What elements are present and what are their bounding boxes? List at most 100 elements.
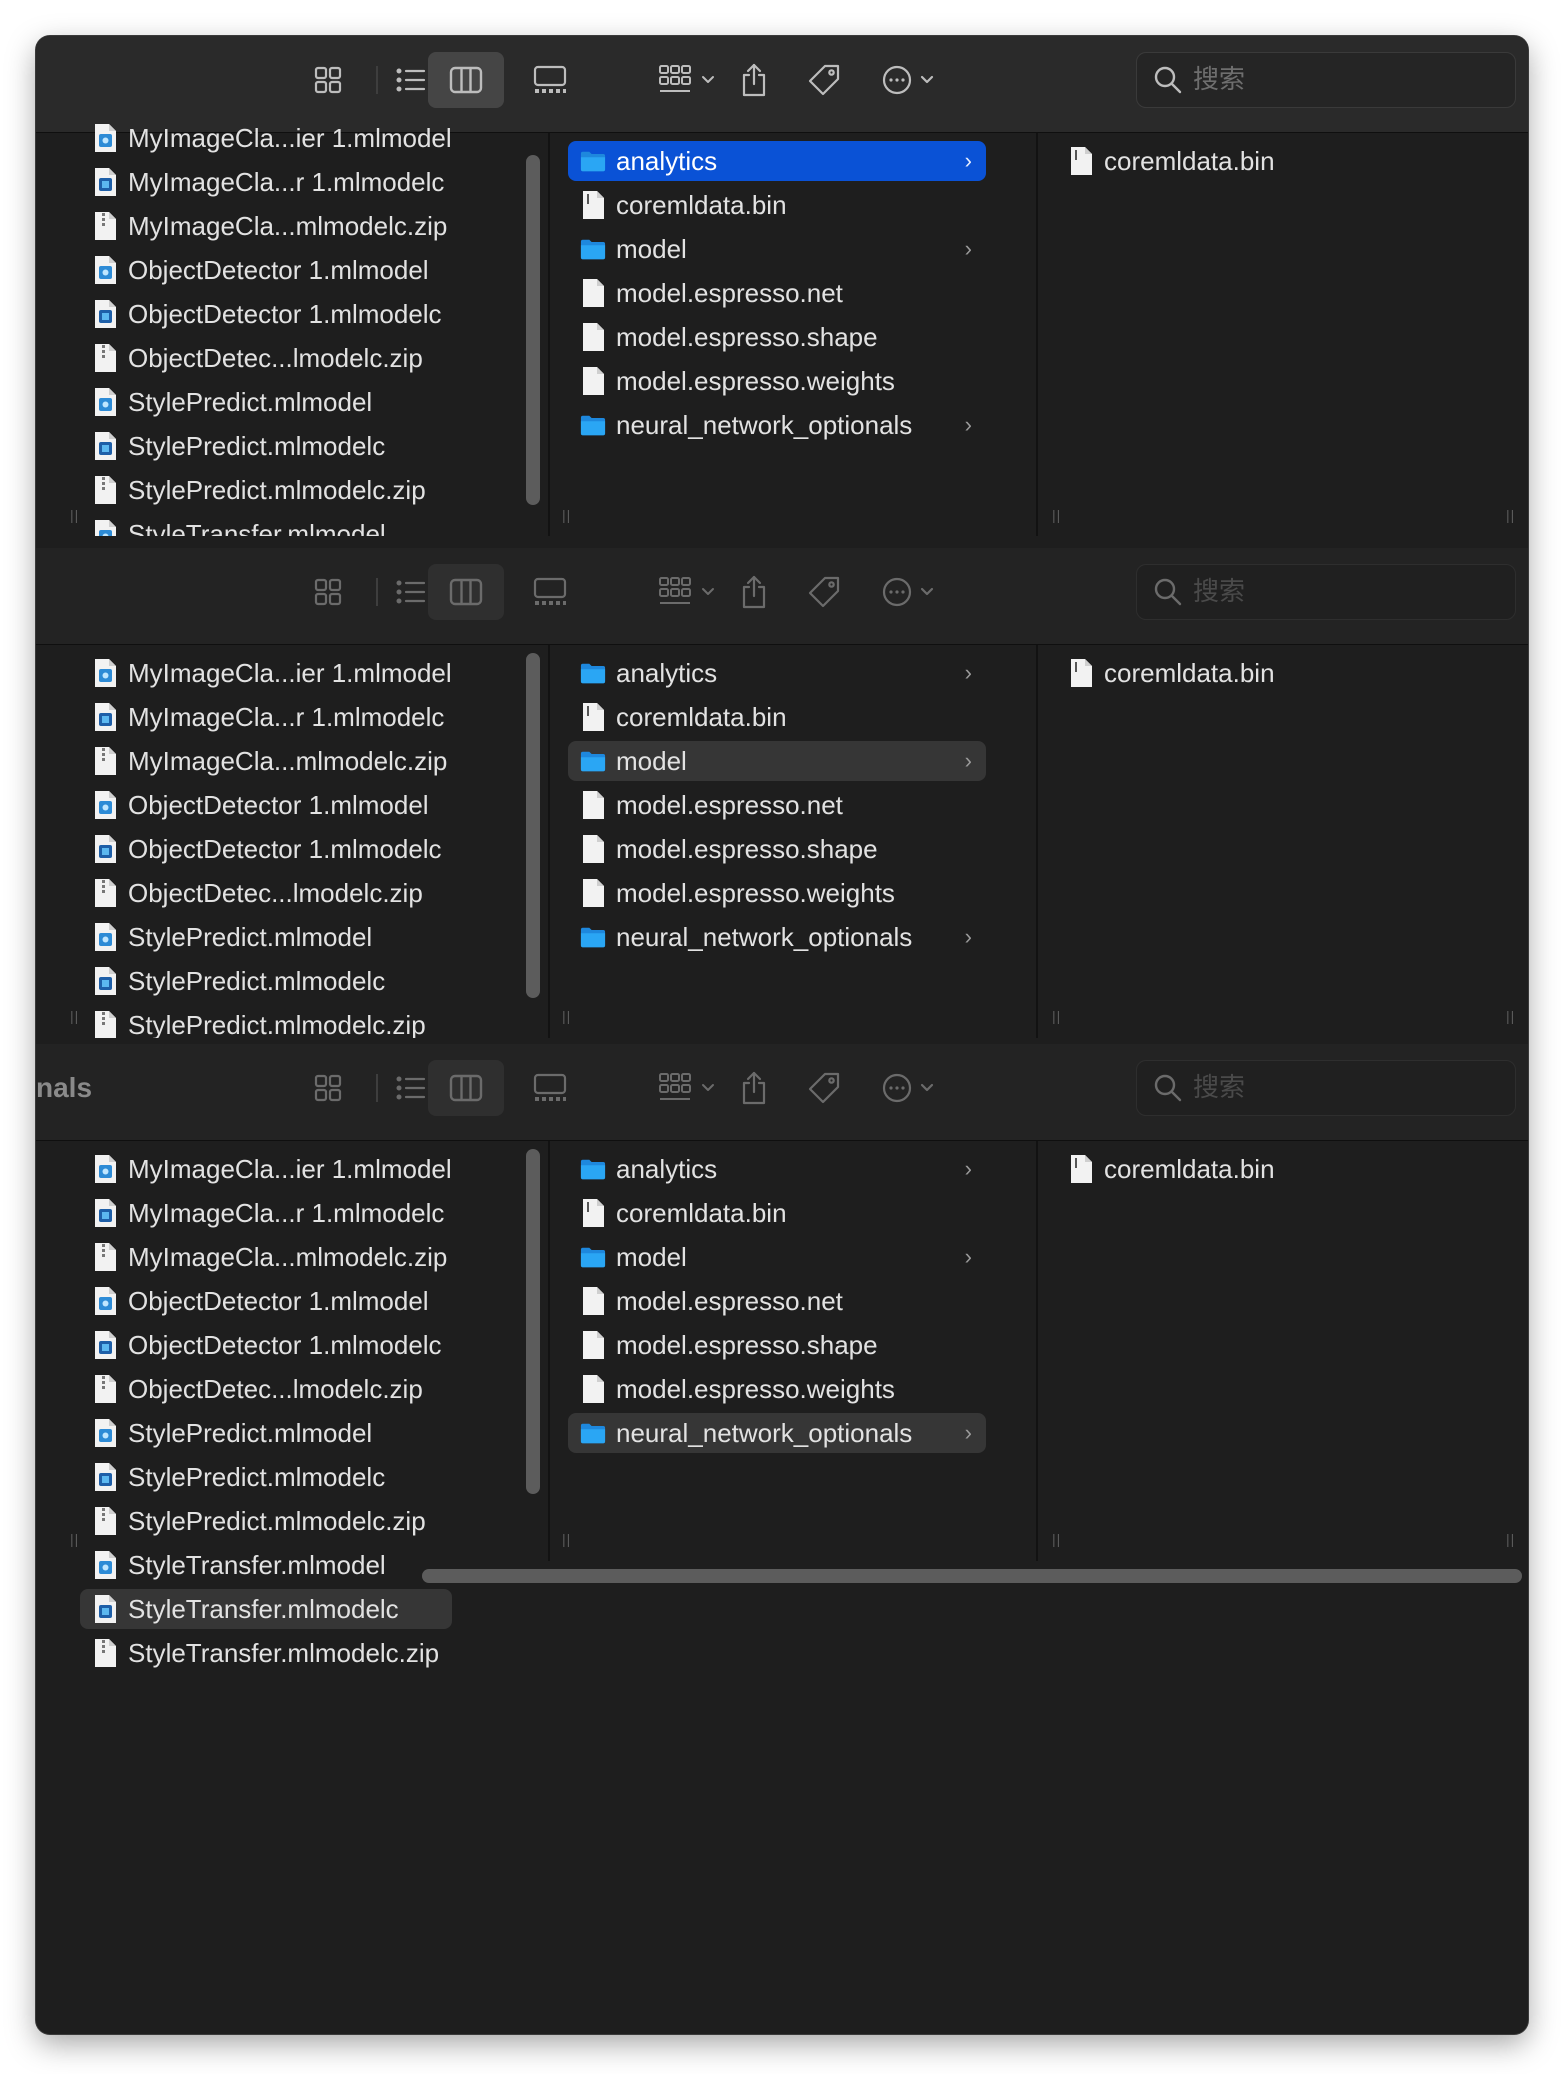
middle-row-coremldata-bin[interactable]: coremldata.bin [568, 697, 986, 737]
left-row-objectdetec-lmodelc-zip[interactable]: ObjectDetec...lmodelc.zip [80, 873, 452, 913]
left-row-objectdetec-lmodelc-zip[interactable]: ObjectDetec...lmodelc.zip [80, 338, 452, 378]
column-view-button[interactable] [428, 1060, 504, 1116]
left-row-styletransfer-mlmodel[interactable]: StyleTransfer.mlmodel [80, 514, 452, 536]
column-resize-grip[interactable]: || [562, 1008, 571, 1024]
group-button[interactable] [652, 1060, 722, 1116]
middle-row-coremldata-bin[interactable]: coremldata.bin [568, 1193, 986, 1233]
middle-row-analytics[interactable]: analytics › [568, 141, 986, 181]
left-row-stylepredict-mlmodelc-zip[interactable]: StylePredict.mlmodelc.zip [80, 470, 452, 510]
left-row-myimagecla-r-1-mlmodelc[interactable]: MyImageCla...r 1.mlmodelc [80, 162, 452, 202]
column-resize-grip[interactable]: || [70, 1531, 79, 1547]
right-row-coremldata-bin[interactable]: coremldata.bin [1056, 1149, 1486, 1189]
left-row-objectdetec-lmodelc-zip[interactable]: ObjectDetec...lmodelc.zip [80, 1369, 452, 1409]
left-row-objectdetector-1-mlmodel[interactable]: ObjectDetector 1.mlmodel [80, 785, 452, 825]
middle-row-analytics[interactable]: analytics › [568, 1149, 986, 1189]
middle-row-model-espresso-net[interactable]: model.espresso.net [568, 273, 986, 313]
tag-button[interactable] [796, 52, 852, 108]
middle-row-model-espresso-shape[interactable]: model.espresso.shape [568, 317, 986, 357]
left-row-stylepredict-mlmodel[interactable]: StylePredict.mlmodel [80, 917, 452, 957]
left-row-styletransfer-mlmodelc[interactable]: StyleTransfer.mlmodelc [80, 1589, 452, 1629]
vertical-scrollbar[interactable] [526, 155, 540, 505]
gallery-view-icon [532, 577, 568, 607]
left-row-stylepredict-mlmodelc-zip[interactable]: StylePredict.mlmodelc.zip [80, 1005, 452, 1038]
column-resize-grip[interactable]: || [1506, 507, 1515, 523]
left-row-stylepredict-mlmodelc[interactable]: StylePredict.mlmodelc [80, 961, 452, 1001]
icon-view-button[interactable] [298, 1060, 358, 1116]
left-row-stylepredict-mlmodelc[interactable]: StylePredict.mlmodelc [80, 1457, 452, 1497]
left-row-stylepredict-mlmodelc-zip[interactable]: StylePredict.mlmodelc.zip [80, 1501, 452, 1541]
middle-row-model[interactable]: model › [568, 229, 986, 269]
column-resize-grip[interactable]: || [1052, 1008, 1061, 1024]
more-button[interactable] [874, 564, 944, 620]
middle-row-model[interactable]: model › [568, 1237, 986, 1277]
left-row-myimagecla-ier-1-mlmodel[interactable]: MyImageCla...ier 1.mlmodel [80, 118, 452, 158]
middle-row-analytics[interactable]: analytics › [568, 653, 986, 693]
icon-view-button[interactable] [298, 52, 358, 108]
middle-row-model-espresso-weights[interactable]: model.espresso.weights [568, 1369, 986, 1409]
column-resize-grip[interactable]: || [70, 507, 79, 523]
vertical-scrollbar[interactable] [526, 653, 540, 998]
icon-view-button[interactable] [298, 564, 358, 620]
left-row-myimagecla-mlmodelc-zip[interactable]: MyImageCla...mlmodelc.zip [80, 206, 452, 246]
left-row-myimagecla-r-1-mlmodelc[interactable]: MyImageCla...r 1.mlmodelc [80, 697, 452, 737]
search-field[interactable] [1136, 52, 1516, 108]
left-row-myimagecla-mlmodelc-zip[interactable]: MyImageCla...mlmodelc.zip [80, 1237, 452, 1277]
right-row-coremldata-bin[interactable]: coremldata.bin [1056, 653, 1486, 693]
middle-row-coremldata-bin[interactable]: coremldata.bin [568, 185, 986, 225]
group-button[interactable] [652, 52, 722, 108]
left-row-objectdetector-1-mlmodelc[interactable]: ObjectDetector 1.mlmodelc [80, 829, 452, 869]
left-row-stylepredict-mlmodel[interactable]: StylePredict.mlmodel [80, 1413, 452, 1453]
column-resize-grip[interactable]: || [70, 1008, 79, 1024]
middle-row-model-espresso-net[interactable]: model.espresso.net [568, 785, 986, 825]
column-resize-grip[interactable]: || [1052, 1531, 1061, 1547]
middle-row-model-espresso-weights[interactable]: model.espresso.weights [568, 361, 986, 401]
left-row-myimagecla-ier-1-mlmodel[interactable]: MyImageCla...ier 1.mlmodel [80, 653, 452, 693]
left-row-objectdetector-1-mlmodel[interactable]: ObjectDetector 1.mlmodel [80, 1281, 452, 1321]
middle-row-model[interactable]: model › [568, 741, 986, 781]
share-button[interactable] [726, 1060, 782, 1116]
left-row-stylepredict-mlmodel[interactable]: StylePredict.mlmodel [80, 382, 452, 422]
column-view-button[interactable] [428, 564, 504, 620]
left-row-myimagecla-ier-1-mlmodel[interactable]: MyImageCla...ier 1.mlmodel [80, 1149, 452, 1189]
left-row-objectdetector-1-mlmodelc[interactable]: ObjectDetector 1.mlmodelc [80, 294, 452, 334]
column-resize-grip[interactable]: || [1506, 1008, 1515, 1024]
search-input[interactable] [1191, 64, 1495, 96]
horizontal-scrollbar[interactable] [422, 1569, 1522, 1583]
gallery-view-button[interactable] [520, 52, 580, 108]
left-row-styletransfer-mlmodel[interactable]: StyleTransfer.mlmodel [80, 1545, 452, 1585]
middle-row-model-espresso-shape[interactable]: model.espresso.shape [568, 1325, 986, 1365]
column-view-button[interactable] [428, 52, 504, 108]
left-row-styletransfer-mlmodelc-zip[interactable]: StyleTransfer.mlmodelc.zip [80, 1633, 452, 1673]
gallery-view-button[interactable] [520, 1060, 580, 1116]
left-row-objectdetector-1-mlmodelc[interactable]: ObjectDetector 1.mlmodelc [80, 1325, 452, 1365]
share-button[interactable] [726, 564, 782, 620]
left-row-myimagecla-r-1-mlmodelc[interactable]: MyImageCla...r 1.mlmodelc [80, 1193, 452, 1233]
left-row-stylepredict-mlmodelc[interactable]: StylePredict.mlmodelc [80, 426, 452, 466]
middle-row-model-espresso-shape[interactable]: model.espresso.shape [568, 829, 986, 869]
search-field[interactable] [1136, 1060, 1516, 1116]
middle-row-model-espresso-net[interactable]: model.espresso.net [568, 1281, 986, 1321]
tag-button[interactable] [796, 1060, 852, 1116]
search-field[interactable] [1136, 564, 1516, 620]
middle-row-model-espresso-weights[interactable]: model.espresso.weights [568, 873, 986, 913]
share-button[interactable] [726, 52, 782, 108]
more-button[interactable] [874, 1060, 944, 1116]
column-resize-grip[interactable]: || [562, 507, 571, 523]
more-button[interactable] [874, 52, 944, 108]
column-resize-grip[interactable]: || [1506, 1531, 1515, 1547]
middle-row-neural-network-optionals[interactable]: neural_network_optionals › [568, 1413, 986, 1453]
search-input[interactable] [1191, 576, 1495, 608]
middle-row-neural-network-optionals[interactable]: neural_network_optionals › [568, 405, 986, 445]
group-button[interactable] [652, 564, 722, 620]
search-input[interactable] [1191, 1072, 1495, 1104]
column-resize-grip[interactable]: || [1052, 507, 1061, 523]
gallery-view-button[interactable] [520, 564, 580, 620]
left-row-objectdetector-1-mlmodel[interactable]: ObjectDetector 1.mlmodel [80, 250, 452, 290]
tag-button[interactable] [796, 564, 852, 620]
column-resize-grip[interactable]: || [562, 1531, 571, 1547]
right-row-coremldata-bin[interactable]: coremldata.bin [1056, 141, 1486, 181]
vertical-scrollbar[interactable] [526, 1149, 540, 1494]
left-row-myimagecla-mlmodelc-zip[interactable]: MyImageCla...mlmodelc.zip [80, 741, 452, 781]
folder-icon [580, 1418, 606, 1448]
middle-row-neural-network-optionals[interactable]: neural_network_optionals › [568, 917, 986, 957]
